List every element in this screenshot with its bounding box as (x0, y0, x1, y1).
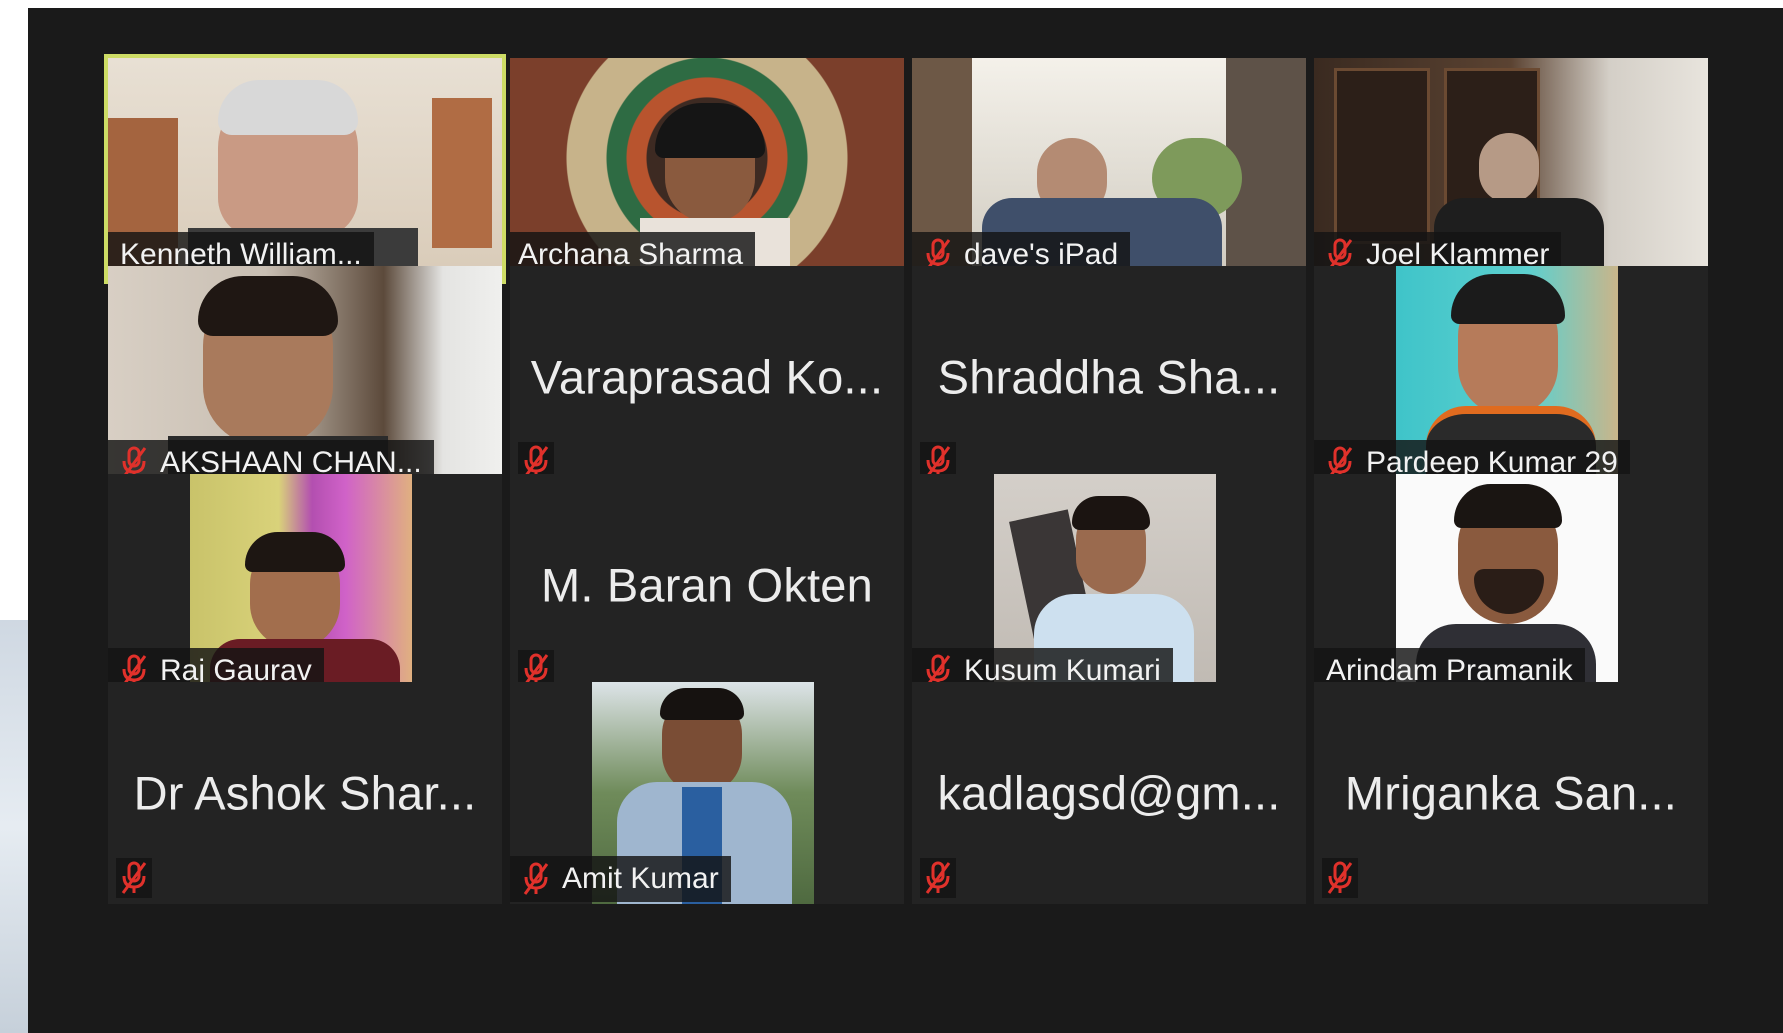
participant-tile-dave[interactable]: dave's iPad (912, 58, 1306, 280)
mute-indicator (1322, 858, 1358, 898)
participant-tile-akshaan[interactable]: AKSHAAN CHAN... (108, 266, 502, 488)
muted-microphone-icon (925, 861, 951, 894)
mute-indicator (116, 858, 152, 898)
participant-name: kadlagsd@gm... (937, 766, 1281, 820)
muted-microphone-icon (523, 862, 549, 895)
participant-tile-joel[interactable]: Joel Klammer (1314, 58, 1708, 280)
participant-name: Shraddha Sha... (937, 350, 1281, 404)
participant-tile-arindam[interactable]: Arindam Pramanik (1314, 474, 1708, 696)
participant-tile-amit[interactable]: Amit Kumar (510, 682, 904, 904)
participant-tile-ashok[interactable]: Dr Ashok Shar... (108, 682, 502, 904)
participant-name: M. Baran Okten (541, 558, 873, 612)
participant-tile-pardeep[interactable]: Pardeep Kumar 29 (1314, 266, 1708, 488)
participant-tile-kusum[interactable]: Kusum Kumari (912, 474, 1306, 696)
participant-tile-shraddha[interactable]: Shraddha Sha... (912, 266, 1306, 488)
participant-name: Mriganka San... (1344, 766, 1678, 820)
participant-name: Amit Kumar (562, 862, 719, 895)
participant-tile-mriganka[interactable]: Mriganka San... (1314, 682, 1708, 904)
participant-tile-archana[interactable]: Archana Sharma (510, 58, 904, 280)
participant-name: Dr Ashok Shar... (133, 766, 477, 820)
participant-tile-baran[interactable]: M. Baran Okten (510, 474, 904, 696)
meeting-gallery-view: Kenneth William... Archana Sharma dave's… (28, 8, 1783, 1033)
participant-tile-kadlagsd[interactable]: kadlagsd@gm... (912, 682, 1306, 904)
participant-name: Varaprasad Ko... (530, 350, 884, 404)
mute-indicator (920, 858, 956, 898)
participant-tile-raj[interactable]: Raj Gaurav (108, 474, 502, 696)
muted-microphone-icon (121, 861, 147, 894)
participant-tile-varaprasad[interactable]: Varaprasad Ko... (510, 266, 904, 488)
participant-tile-kenneth[interactable]: Kenneth William... (104, 54, 506, 284)
muted-microphone-icon (1327, 861, 1353, 894)
name-label: Amit Kumar (510, 856, 731, 902)
